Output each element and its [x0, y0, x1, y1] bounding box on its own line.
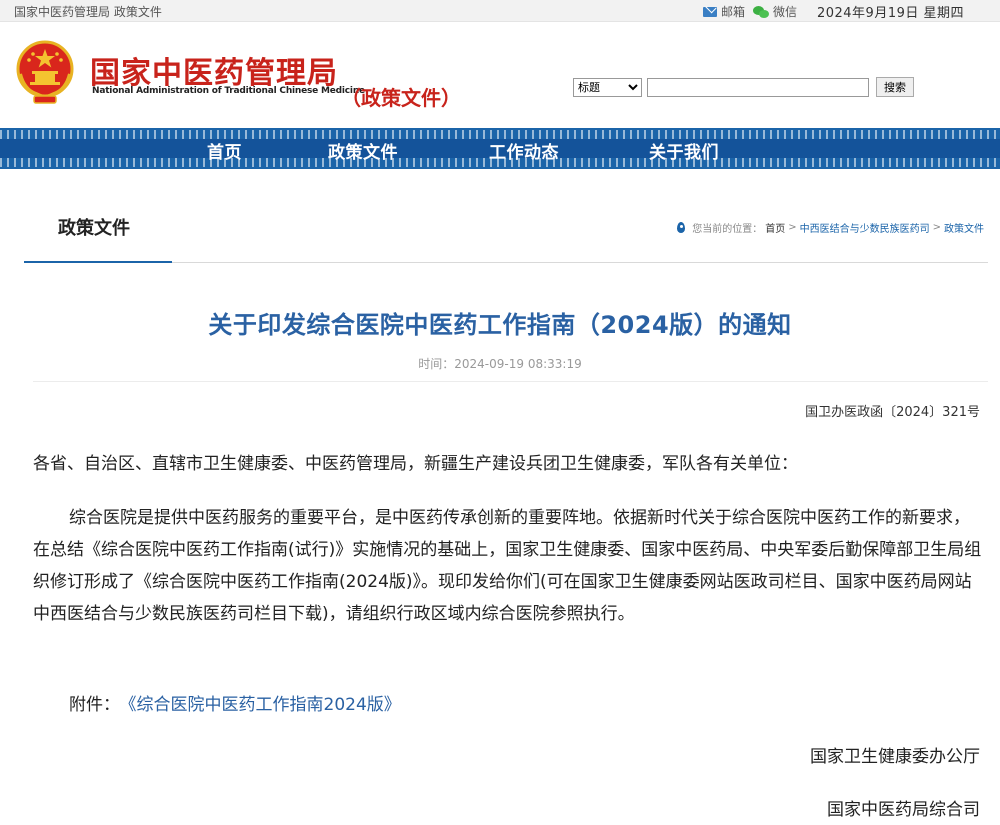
- article-time: 时间：2024-09-19 08:33:19: [418, 357, 582, 371]
- wechat-link[interactable]: 微信: [752, 3, 797, 20]
- document-number: 国卫办医政函〔2024〕321号: [805, 405, 980, 420]
- breadcrumb-level2[interactable]: 政策文件: [944, 220, 984, 235]
- nav-item-policy[interactable]: 政策文件: [328, 138, 398, 163]
- top-right-links: 邮箱 微信 2024年9月19日 星期四: [702, 2, 964, 21]
- section-tag: （政策文件）: [341, 86, 461, 110]
- mail-label: 邮箱: [720, 5, 745, 19]
- attachment-label: 附件：: [69, 695, 120, 715]
- brand-english: National Administration of Traditional C…: [92, 86, 365, 96]
- search-input[interactable]: [647, 77, 869, 97]
- search-field-select[interactable]: 标题: [573, 77, 642, 97]
- tab-policy-documents[interactable]: 政策文件: [24, 170, 172, 263]
- search-bar: 标题 搜索: [573, 77, 914, 97]
- mail-link[interactable]: 邮箱: [702, 3, 745, 20]
- article-title: 关于印发综合医院中医药工作指南（2024版）的通知: [208, 311, 792, 339]
- current-date: 2024年9月19日 星期四: [816, 6, 964, 21]
- mail-icon: [702, 6, 717, 17]
- body-paragraph: 综合医院是提供中医药服务的重要平台，是中医药传承创新的重要阵地。依据新时代关于综…: [33, 508, 982, 624]
- content-title-row: 政策文件 您当前的位置： 首页 > 中西医结合与少数民族医药司 > 政策文件: [24, 170, 988, 263]
- breadcrumb-level1[interactable]: 中西医结合与少数民族医药司: [800, 220, 930, 235]
- nav-item-news[interactable]: 工作动态: [489, 138, 559, 163]
- nav-item-about[interactable]: 关于我们: [649, 138, 719, 163]
- breadcrumb-sep: >: [788, 222, 797, 233]
- breadcrumb: 您当前的位置： 首页 > 中西医结合与少数民族医药司 > 政策文件: [677, 220, 984, 235]
- divider: [33, 381, 988, 382]
- salutation: 各省、自治区、直辖市卫生健康委、中医药管理局，新疆生产建设兵团卫生健康委，军队各…: [33, 454, 798, 474]
- attachment-line: 附件： 《综合医院中医药工作指南2024版》: [69, 690, 401, 715]
- main-nav: 首页 政策文件 工作动态 关于我们: [0, 128, 1000, 169]
- location-pin-icon: [677, 222, 686, 233]
- breadcrumb-home[interactable]: 首页: [765, 220, 785, 235]
- wechat-label: 微信: [772, 5, 797, 19]
- search-button[interactable]: 搜索: [876, 77, 914, 97]
- signature-nhc: 国家卫生健康委办公厅: [810, 747, 980, 767]
- nav-item-home[interactable]: 首页: [207, 138, 242, 163]
- site-header: 国家中医药管理局 National Administration of Trad…: [0, 22, 1000, 128]
- national-emblem-icon: [16, 40, 74, 104]
- breadcrumb-prefix: 您当前的位置：: [692, 224, 763, 235]
- attachment-link[interactable]: 《综合医院中医药工作指南2024版》: [128, 695, 401, 715]
- top-utility-bar: 国家中医药管理局 政策文件 邮箱 微信 2024年9月19日 星期四: [0, 0, 1000, 22]
- signature-natcm: 国家中医药局综合司: [827, 800, 980, 820]
- breadcrumb-sep: >: [932, 222, 941, 233]
- wechat-icon: [752, 5, 769, 18]
- site-crumb: 国家中医药管理局 政策文件: [14, 5, 162, 19]
- tab-label: 政策文件: [58, 218, 130, 239]
